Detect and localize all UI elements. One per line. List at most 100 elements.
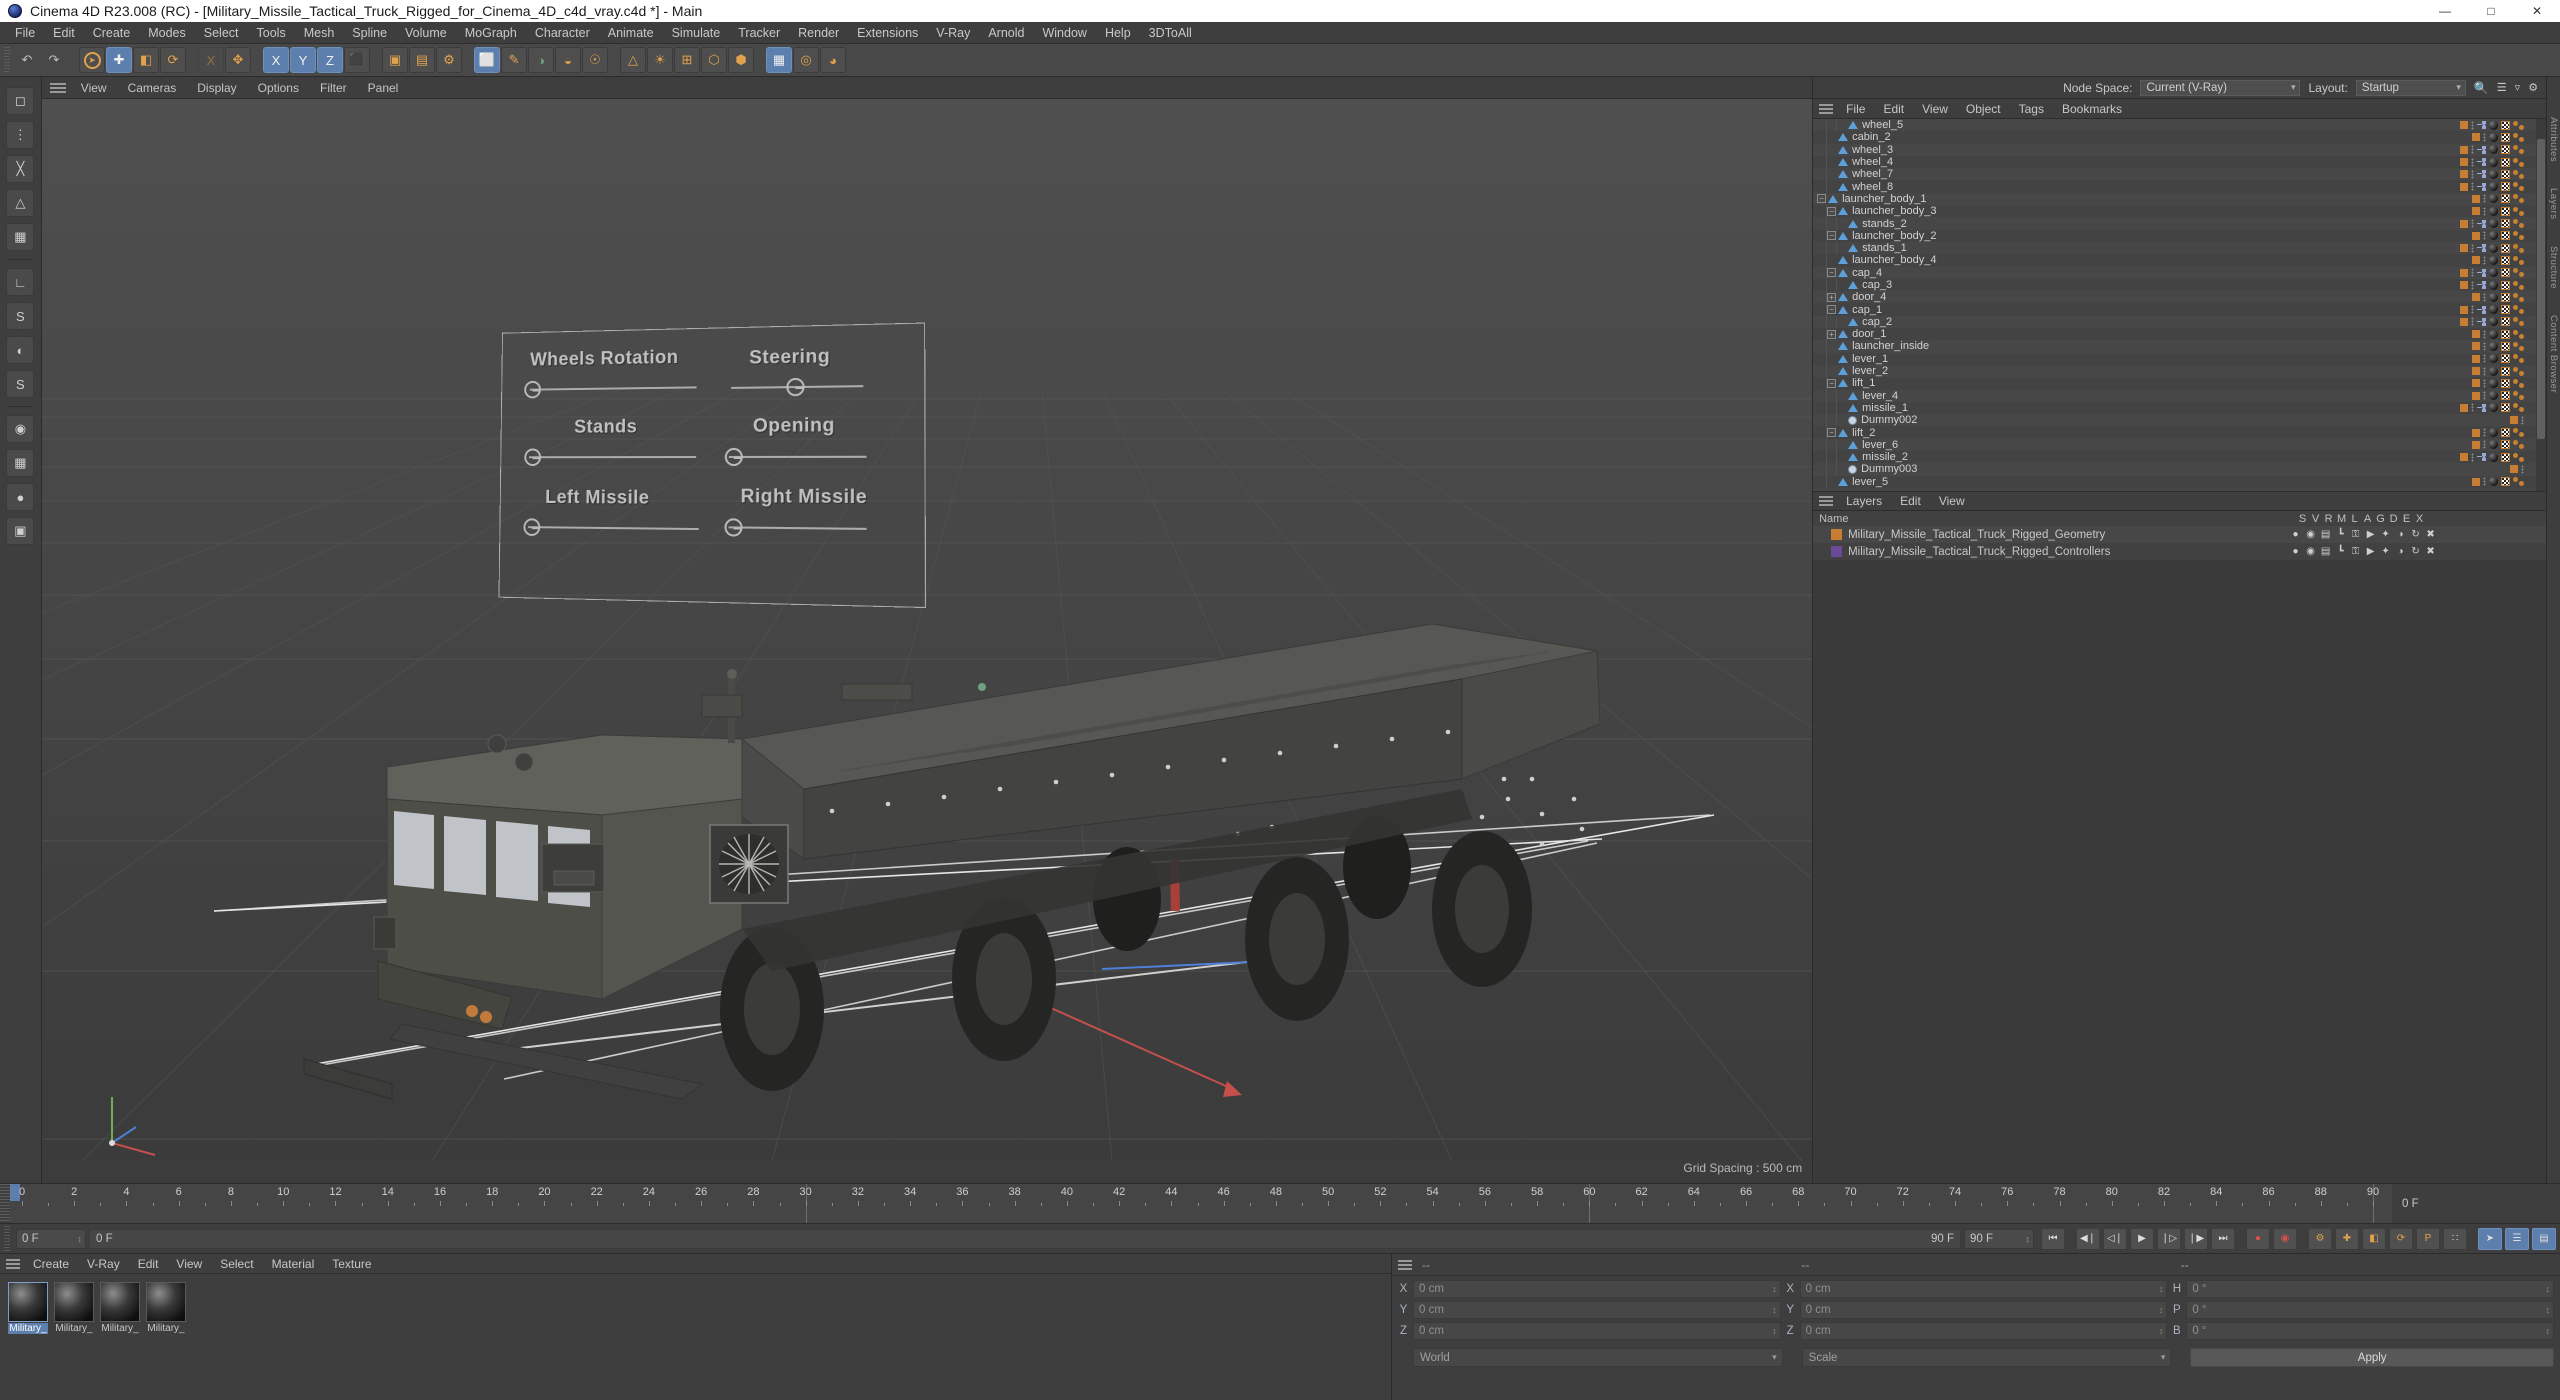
texture-mode-icon[interactable]: ▦ [6,223,35,251]
play-button[interactable]: ▶ [2130,1227,2154,1250]
object-row[interactable]: + door_1 [1813,328,2547,341]
material-tag-icon[interactable] [2489,231,2499,241]
axis-x-button[interactable]: X [263,47,289,73]
visibility-dots-icon[interactable] [2471,268,2475,278]
texture-tag-icon[interactable] [2501,378,2511,388]
material-item[interactable]: Military_ [54,1282,94,1334]
object-row[interactable]: Dummy003 [1813,463,2547,476]
timeline-ruler[interactable]: 0246810121416182022242628303234363840424… [0,1183,2560,1223]
timeline-track[interactable]: 0246810121416182022242628303234363840424… [10,1184,2392,1223]
material-tag-icon[interactable] [2489,132,2499,142]
object-row[interactable]: cap_2 [1813,315,2547,329]
move-world-tool[interactable]: ✥ [225,47,251,73]
texture-tag-icon[interactable] [2501,292,2511,302]
texture-tag-icon[interactable] [2501,132,2511,142]
size-z-field[interactable]: 0 cm [1799,1322,2168,1340]
texture-tag-icon[interactable] [2501,255,2511,265]
vray-tag-icon[interactable] [2513,317,2525,327]
material-menu-v-ray[interactable]: V-Ray [78,1254,129,1274]
menu-item-tracker[interactable]: Tracker [729,22,789,44]
rig-controller-hud[interactable]: Wheels Rotation Steering Stands Opening Left… [498,322,926,609]
layer-color-swatch[interactable] [2460,453,2469,462]
end-frame-field[interactable]: 90 F [1964,1228,2034,1249]
vray-tag-icon[interactable] [2513,132,2525,142]
vray-tag-icon[interactable] [2513,243,2525,253]
object-row[interactable]: stands_2 [1813,217,2547,230]
material-tag-icon[interactable] [2489,243,2499,253]
expand-toggle-icon[interactable]: − [1827,305,1837,315]
layer-toggle-a-icon[interactable]: ▶ [2365,546,2376,557]
go-to-start-button[interactable]: ⏮ [2041,1227,2065,1250]
vray-tag-icon[interactable] [2513,366,2525,376]
menu-item-v-ray[interactable]: V-Ray [927,22,979,44]
material-menu-edit[interactable]: Edit [129,1254,168,1274]
object-row[interactable]: − launcher_body_3 [1813,205,2547,218]
material-tag-icon[interactable] [2489,452,2499,462]
visibility-dots-icon[interactable] [2483,329,2487,339]
go-to-next-key-button[interactable]: ❘▶ [2184,1227,2208,1250]
object-row[interactable]: lever_6 [1813,438,2547,452]
object-row[interactable]: − cap_4 [1813,266,2547,279]
layer-color-swatch[interactable] [2460,305,2469,314]
field-button[interactable]: ⬢ [728,47,754,73]
viewport-solo-icon[interactable]: ● [6,483,35,511]
visibility-dots-icon[interactable] [2471,452,2475,462]
layer-color-swatch[interactable] [1831,529,1843,540]
expand-toggle-icon[interactable]: + [1827,292,1837,302]
vray-tag-icon[interactable] [2513,440,2525,450]
layer-toggle-r-icon[interactable]: ▤ [2320,546,2331,557]
vray-tag-icon[interactable] [2513,231,2525,241]
menu-item-simulate[interactable]: Simulate [663,22,730,44]
vray-tag-icon[interactable] [2513,477,2525,487]
transport-grip[interactable] [4,1225,10,1252]
size-y-field[interactable]: 0 cm [1799,1301,2168,1319]
layer-color-swatch[interactable] [2472,330,2481,339]
selection-tag-icon[interactable] [2477,305,2487,314]
step-forward-button[interactable]: ❘▷ [2157,1227,2181,1250]
side-tab-content-browser[interactable]: Content Browser [2548,315,2559,393]
visibility-dots-icon[interactable] [2521,415,2525,425]
texture-tag-icon[interactable] [2501,120,2511,130]
object-row[interactable]: launcher_inside [1813,340,2547,353]
point-mode-icon[interactable]: ⋮ [6,121,35,149]
menu-item-spline[interactable]: Spline [343,22,396,44]
layout-icon[interactable]: ▣ [6,517,35,545]
menu-item-modes[interactable]: Modes [139,22,195,44]
visibility-dots-icon[interactable] [2483,341,2487,351]
selection-tag-icon[interactable] [2477,121,2487,130]
layers-menu-layers[interactable]: Layers [1837,491,1891,511]
texture-tag-icon[interactable] [2501,145,2511,155]
settings-icon[interactable]: ⚙ [2528,81,2538,94]
menu-item-3dtoall[interactable]: 3DToAll [1140,22,1201,44]
go-to-previous-key-button[interactable]: ◀❘ [2076,1227,2100,1250]
object-row[interactable]: wheel_7 [1813,168,2547,181]
material-manager-handle[interactable] [6,1258,20,1269]
visibility-dots-icon[interactable] [2471,157,2475,167]
polygon-mode-icon[interactable]: △ [6,189,35,217]
vray-tag-icon[interactable] [2513,403,2525,413]
selection-tag-icon[interactable] [2477,145,2487,154]
toolbar-grip[interactable] [4,47,10,73]
material-tag-icon[interactable] [2489,477,2499,487]
hud-knob-right-missile[interactable] [724,518,743,537]
vray-tag-icon[interactable] [2513,194,2525,204]
layer-toggle-g-icon[interactable]: ✦ [2380,546,2391,557]
visibility-dots-icon[interactable] [2471,317,2475,327]
layer-toggle-v-icon[interactable]: ◉ [2305,529,2316,540]
material-tag-icon[interactable] [2489,354,2499,364]
object-row[interactable]: stands_1 [1813,241,2547,255]
om-menu-edit[interactable]: Edit [1874,99,1913,119]
window-controls[interactable]: — □ ✕ [2422,0,2560,22]
selection-tag-icon[interactable] [2477,170,2487,179]
layer-toggle-s-icon[interactable]: ● [2290,529,2301,540]
layer-rows[interactable]: Military_Missile_Tactical_Truck_Rigged_G… [1813,526,2547,560]
selection-tag-icon[interactable] [2477,453,2487,462]
texture-tag-icon[interactable] [2501,354,2511,364]
material-item[interactable]: Military_ [146,1282,186,1334]
texture-tag-icon[interactable] [2501,268,2511,278]
hud-slider-left-missile[interactable] [527,526,699,531]
object-manager-scroll-thumb[interactable] [2537,139,2546,439]
coordinates-handle[interactable] [1398,1259,1412,1270]
visibility-dots-icon[interactable] [2483,378,2487,388]
menu-item-edit[interactable]: Edit [44,22,84,44]
